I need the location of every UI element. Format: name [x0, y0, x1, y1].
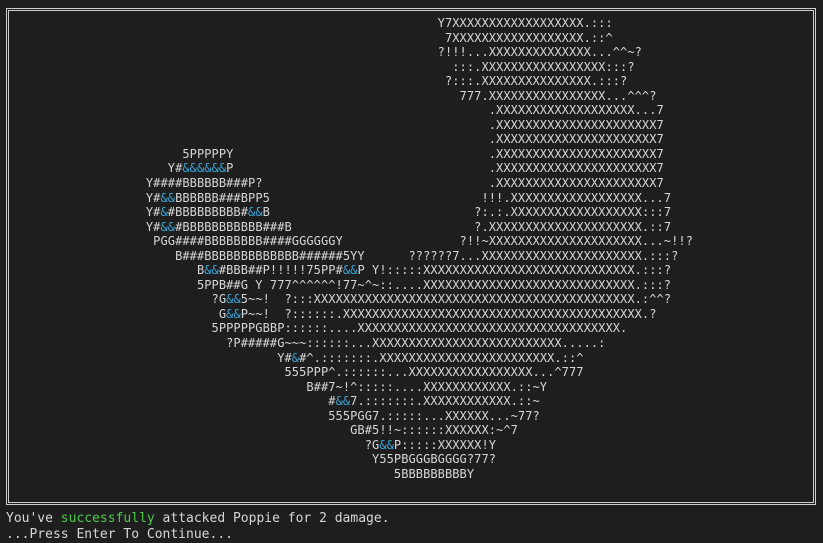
art-line: Y7XXXXXXXXXXXXXXXXXX.::: [0, 16, 613, 30]
art-line: ?:::.XXXXXXXXXXXXXXX.:::? [0, 74, 628, 89]
art-line: 7XXXXXXXXXXXXXXXXXX.::^ [0, 30, 613, 45]
art-line: :::.XXXXXXXXXXXXXXXXX:::? [0, 59, 635, 74]
art-line: GB#5!!~::::::XXXXXX:~^7 [0, 423, 518, 438]
art-line: B&&#BBB##P!!!!!75PP#&&P Y!:::::XXXXXXXXX… [0, 263, 672, 278]
art-line: Y#&&#BBBBBBBBBBB###B ?.XXXXXXXXXXXXXXXXX… [0, 219, 672, 234]
art-line: 555PPP^.::::::...XXXXXXXXXXXXXXXXX...^77… [0, 365, 584, 380]
art-line: B##7~!^:::::....XXXXXXXXXXXX.::~Y [0, 379, 548, 394]
art-line: ?!!!...XXXXXXXXXXXXXX...^^~? [0, 45, 642, 60]
art-line: Y55PBGGGBGGGG?77? [0, 452, 497, 467]
art-line: B###BBBBBBBBBBBBB######5YY ??????7...XXX… [0, 248, 679, 263]
message-prefix: You've [6, 511, 61, 526]
art-line: G&&P~~! ?::::::.XXXXXXXXXXXXXXXXXXXXXXXX… [0, 306, 657, 321]
combat-message: You've successfully attacked Poppie for … [6, 511, 390, 527]
terminal-window: Y7XXXXXXXXXXXXXXXXXX.::: 7XXXXXXXXXXXXXX… [0, 0, 823, 543]
art-line: ?P#####G~~~::::::...XXXXXXXXXXXXXXXXXXXX… [0, 336, 606, 351]
art-line: .XXXXXXXXXXXXXXXXXXXXXX7 [0, 132, 664, 147]
art-line: Y#&&BBBBBB###BPP5 !!!.XXXXXXXXXXXXXXXXXX… [0, 190, 672, 205]
art-line: Y#&&&&&&P .XXXXXXXXXXXXXXXXXXXXXX7 [0, 161, 664, 176]
art-line: 5BBBBBBBBBY [0, 466, 475, 481]
message-suffix: attacked Poppie for 2 damage. [154, 511, 390, 526]
continue-prompt[interactable]: ...Press Enter To Continue... [6, 527, 233, 543]
art-line: .XXXXXXXXXXXXXXXXXXXXXX7 [0, 117, 664, 132]
art-line: 777.XXXXXXXXXXXXXXXX...^^^? [0, 88, 657, 103]
art-line: #&&7.:::::::.XXXXXXXXXXXX.::~ [0, 394, 540, 409]
art-line: Y#&#BBBBBBBBB#&&B ?:.:.XXXXXXXXXXXXXXXXX… [0, 205, 672, 220]
art-line: Y####BBBBBB###P? .XXXXXXXXXXXXXXXXXXXXXX… [0, 176, 664, 191]
art-line: 555PGG7.:::::...XXXXXX...~77? [0, 408, 540, 423]
art-line: 5PPPPPY .XXXXXXXXXXXXXXXXXXXXXX7 [0, 146, 664, 161]
art-line: 5PPB##G Y 777^^^^^^!77~^~::....XXXXXXXXX… [0, 277, 672, 292]
art-line: 5PPPPPGBBP::::::....XXXXXXXXXXXXXXXXXXXX… [0, 321, 628, 336]
art-line: .XXXXXXXXXXXXXXXXXXX...7 [0, 103, 664, 118]
ascii-art: Y7XXXXXXXXXXXXXXXXXX.::: 7XXXXXXXXXXXXXX… [0, 16, 823, 482]
message-success-word: successfully [60, 511, 155, 526]
art-line: ?G&&P:::::XXXXXX!Y [0, 437, 497, 452]
art-line: PGG####BBBBBBBB####GGGGGGY ?!!~XXXXXXXXX… [0, 234, 693, 249]
art-line: Y#&#^.:::::::.XXXXXXXXXXXXXXXXXXXXXXXX.:… [0, 350, 584, 365]
art-line: ?G&&5~~! ?:::XXXXXXXXXXXXXXXXXXXXXXXXXXX… [0, 292, 672, 307]
